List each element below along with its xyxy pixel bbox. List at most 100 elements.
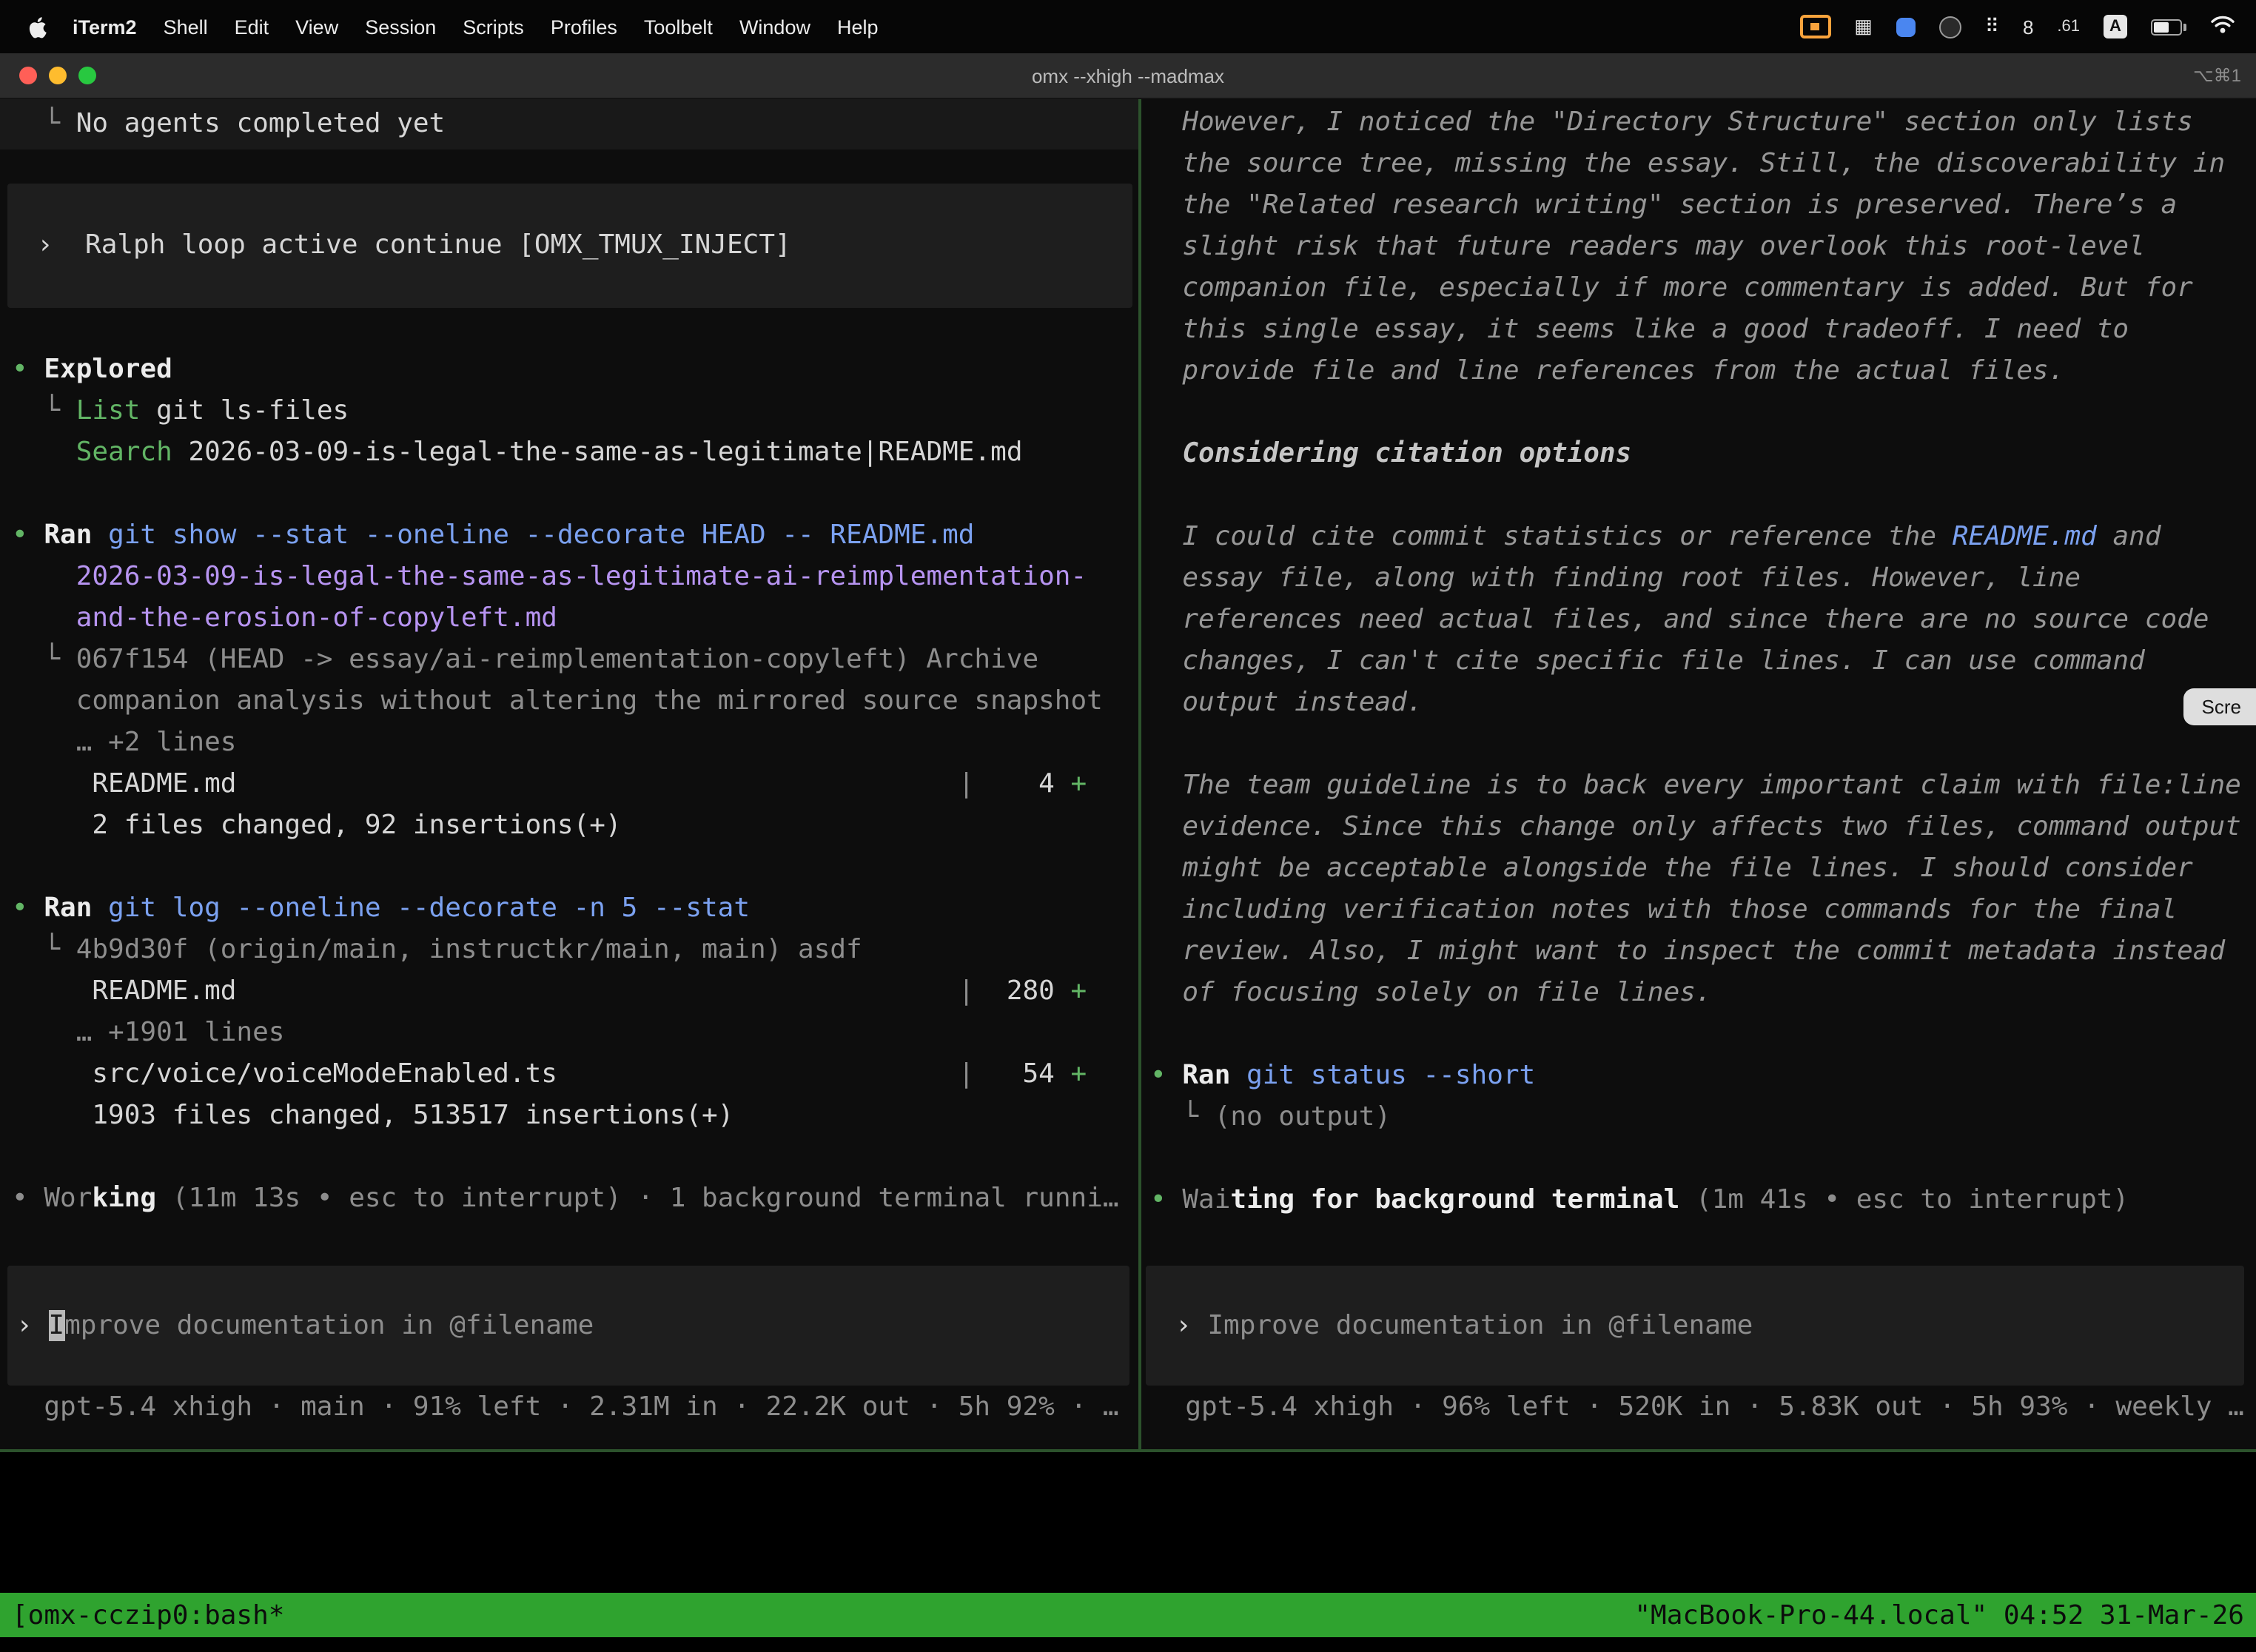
input-source-icon[interactable]: A [2104, 15, 2127, 38]
left-pane[interactable]: └ No agents completed yet › Ralph loop a… [0, 99, 1138, 1449]
omx-status-bar: [OMX#0.11.9] cczip/essay/ai-reimplementa… [0, 1470, 2256, 1511]
screen-edge-notification[interactable]: Scre [2184, 688, 2256, 725]
ralph-loop-box: › Ralph loop active continue [OMX_TMUX_I… [7, 184, 1132, 308]
bullet-icon: • [1150, 1184, 1182, 1215]
thinking-line: provide file and line references from th… [1150, 351, 2256, 392]
terminal-line: src/voice/voiceModeEnabled.ts | 54 + [12, 1054, 1138, 1095]
thinking-line: references need actual files, and since … [1150, 600, 2256, 641]
terminal-line [12, 847, 1138, 888]
thinking-line: companion file, especially if more comme… [1150, 268, 2256, 309]
input-line[interactable]: › Improve documentation in @filename [16, 1305, 594, 1346]
terminal-line [1150, 724, 2256, 765]
file-reference-link[interactable]: README.md [1953, 521, 2097, 552]
terminal-line: └ 4b9d30f (origin/main, instructkr/main,… [12, 930, 1138, 971]
percent-badge-icon[interactable]: .61 [2057, 18, 2080, 36]
thinking-line: output instead. [1150, 682, 2256, 724]
menu-item-view[interactable]: View [282, 16, 352, 38]
thinking-line: review. Also, I might want to inspect th… [1150, 931, 2256, 973]
terminal-line: └ List git ls-files [12, 391, 1138, 432]
wifi-icon[interactable] [2210, 15, 2235, 38]
desktop: iTerm2 Shell Edit View Session Scripts P… [0, 0, 2256, 1652]
terminal-line: README.md | 4 + [12, 764, 1138, 805]
tmux-status-bar: [omx-cczip0:bash* "MacBook-Pro-44.local"… [0, 1593, 2256, 1637]
right-input-box[interactable]: › Improve documentation in @filename [1146, 1266, 2244, 1386]
terminal-line: › Ralph loop active continue [OMX_TMUX_I… [37, 225, 791, 266]
bullet-icon: • [12, 893, 44, 924]
menu-item-edit[interactable]: Edit [221, 16, 283, 38]
prompt-chevron: › [37, 229, 85, 261]
tree-branch-icon: └ [12, 395, 76, 426]
dots-grid-icon[interactable]: ⠿ [1985, 15, 1999, 38]
terminal-line [1150, 392, 2256, 434]
terminal-line: Search 2026-03-09-is-legal-the-same-as-l… [12, 432, 1138, 474]
menu-item-session[interactable]: Session [352, 16, 449, 38]
thinking-heading: Considering citation options [1150, 434, 2256, 475]
menu-item-toolbelt[interactable]: Toolbelt [631, 16, 726, 38]
menu-item-profiles[interactable]: Profiles [537, 16, 631, 38]
terminal-line [12, 474, 1138, 515]
thinking-line: might be acceptable alongside the file l… [1150, 848, 2256, 890]
working-status-line: • Working (11m 13s • esc to interrupt) ·… [12, 1178, 1138, 1220]
terminal-line [1150, 1014, 2256, 1055]
thinking-line: this single essay, it seems like a good … [1150, 309, 2256, 351]
terminal-line [1150, 475, 2256, 517]
thinking-line: slight risk that future readers may over… [1150, 226, 2256, 268]
menu-item-window[interactable]: Window [726, 16, 824, 38]
battery-icon[interactable] [2151, 19, 2186, 35]
terminal-line: 2026-03-09-is-legal-the-same-as-legitima… [12, 557, 1138, 598]
prompt-chevron: › [16, 1309, 48, 1340]
terminal-line: • Ran git status --short [1150, 1055, 2256, 1097]
menu-item-shell[interactable]: Shell [150, 16, 221, 38]
apple-menu-icon[interactable] [27, 14, 47, 39]
blue-app-icon[interactable] [1896, 17, 1916, 36]
terminal-line: └ No agents completed yet [12, 104, 445, 145]
input-line[interactable]: › Improve documentation in @filename [1175, 1305, 1753, 1346]
left-scrollback: • Explored └ List git ls-files Search 20… [0, 349, 1138, 1220]
horizontal-pane-border [0, 1449, 2256, 1452]
prompt-chevron: › [1175, 1309, 1207, 1340]
thinking-line: changes, I can't cite specific file line… [1150, 641, 2256, 682]
terminal-line [1150, 1138, 2256, 1180]
thinking-line: I could cite commit statistics or refere… [1150, 517, 2256, 558]
screen-recording-indicator-icon[interactable] [1799, 15, 1830, 38]
tmux-host-clock: "MacBook-Pro-44.local" 04:52 31-Mar-26 [1634, 1599, 2244, 1631]
dark-app-icon[interactable] [1939, 16, 1961, 38]
terminal-line: 1903 files changed, 513517 insertions(+) [12, 1095, 1138, 1137]
terminal-line: 2 files changed, 92 insertions(+) [12, 805, 1138, 847]
menu-item-scripts[interactable]: Scripts [449, 16, 537, 38]
thinking-line: including verification notes with those … [1150, 890, 2256, 931]
terminal-line: README.md | 280 + [12, 971, 1138, 1013]
window-title-bar[interactable]: omx --xhigh --madmax ⌥⌘1 [0, 53, 2256, 99]
tmux-session-window[interactable]: [omx-cczip0:bash* [12, 1599, 284, 1631]
right-pane[interactable]: However, I noticed the "Directory Struct… [1141, 99, 2256, 1449]
menu-item-help[interactable]: Help [824, 16, 892, 38]
bullet-icon: • [12, 354, 44, 385]
input-text: mprove documentation in @filename [64, 1309, 594, 1340]
waiting-status-line: • Waiting for background terminal (1m 41… [1150, 1180, 2256, 1221]
left-model-status-line: gpt-5.4 xhigh · main · 91% left · 2.31M … [0, 1387, 1138, 1428]
thinking-line: essay file, along with finding root file… [1150, 558, 2256, 600]
terminal-window: └ No agents completed yet › Ralph loop a… [0, 99, 2256, 1449]
terminal-line: … +2 lines [12, 722, 1138, 764]
menu-item-iterm2[interactable]: iTerm2 [59, 16, 150, 38]
terminal-line: • Ran git show --stat --oneline --decora… [12, 515, 1138, 557]
bullet-icon: • [12, 520, 44, 551]
terminal-line: companion analysis without altering the … [12, 681, 1138, 722]
left-input-box[interactable]: › Improve documentation in @filename [7, 1266, 1129, 1386]
agents-history-strip: └ No agents completed yet [0, 99, 1138, 150]
right-scrollback: However, I noticed the "Directory Struct… [1141, 102, 2256, 1221]
menu-bar: iTerm2 Shell Edit View Session Scripts P… [0, 0, 2256, 53]
thinking-line: the "Related research writing" section i… [1150, 185, 2256, 226]
terminal-line: • Explored [12, 349, 1138, 391]
bullet-icon: • [12, 1183, 44, 1214]
numeric-status-icon[interactable]: 8 [2023, 16, 2033, 38]
terminal-line: └ 067f154 (HEAD -> essay/ai-reimplementa… [12, 639, 1138, 681]
terminal-line: … +1901 lines [12, 1013, 1138, 1054]
terminal-line: • Ran git log --oneline --decorate -n 5 … [12, 888, 1138, 930]
bullet-icon: • [1150, 1060, 1182, 1091]
grid-app-icon[interactable]: ▦ [1854, 15, 1873, 38]
thinking-line: the source tree, missing the essay. Stil… [1150, 144, 2256, 185]
window-shortcut-hint: ⌥⌘1 [2193, 65, 2241, 86]
right-model-status-line: gpt-5.4 xhigh · 96% left · 520K in · 5.8… [1141, 1387, 2256, 1428]
input-text: Improve documentation in @filename [1207, 1309, 1753, 1340]
